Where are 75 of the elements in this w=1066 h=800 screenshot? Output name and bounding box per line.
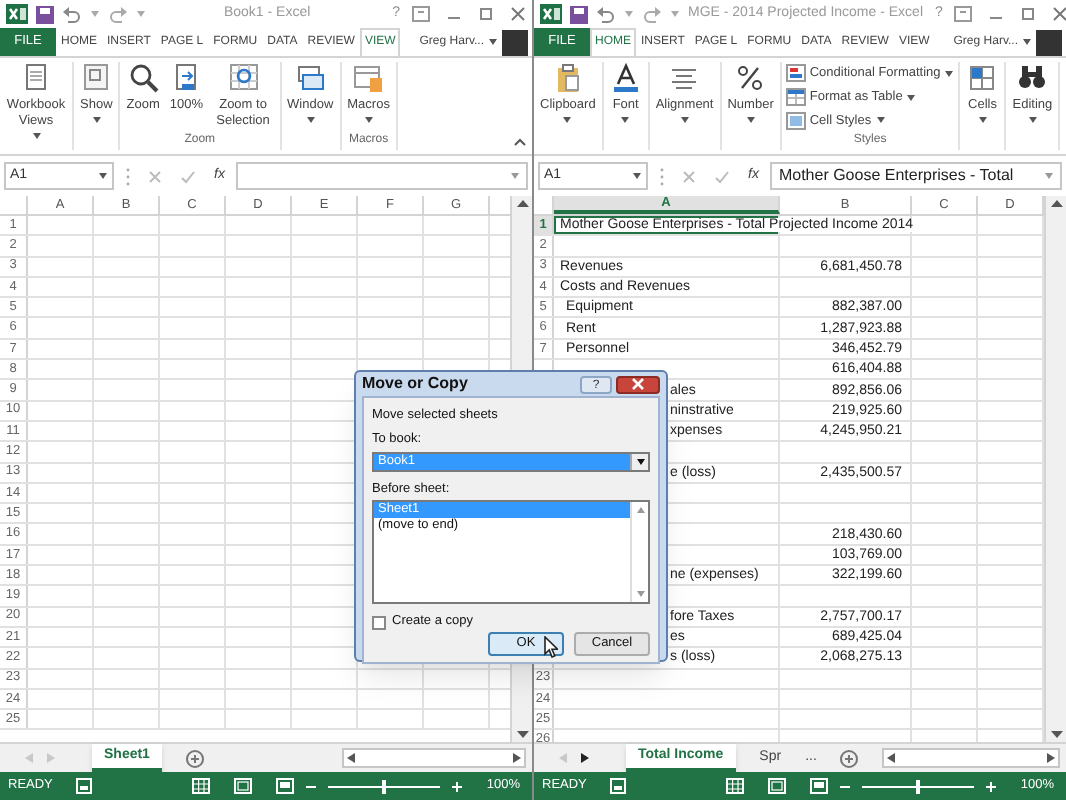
caret-icon	[90, 10, 100, 18]
drag-handle-icon	[126, 167, 130, 185]
ribbon-options-icon[interactable]	[954, 6, 973, 22]
conditional-format-icon	[785, 64, 806, 83]
percent-icon	[734, 62, 767, 94]
maximize-icon[interactable]	[1020, 6, 1037, 22]
avatar-placeholder	[502, 29, 528, 55]
zoom-slider-thumb[interactable]	[382, 779, 387, 793]
caret-icon	[510, 172, 520, 180]
close-button[interactable]	[616, 375, 660, 393]
page-layout-icon[interactable]	[234, 778, 253, 794]
font-color-icon	[609, 62, 642, 94]
zoom-in-icon[interactable]	[452, 781, 463, 791]
list-scrollbar[interactable]	[630, 502, 648, 603]
caret-icon	[632, 172, 642, 180]
normal-view-icon[interactable]	[192, 778, 211, 794]
scroll-left-icon[interactable]	[346, 752, 356, 764]
add-sheet-icon[interactable]	[840, 749, 859, 767]
caret-icon	[624, 10, 634, 18]
scroll-right-icon[interactable]	[512, 752, 522, 764]
macro-record-icon[interactable]	[76, 778, 93, 794]
horizontal-scrollbar[interactable]	[882, 748, 1060, 768]
caret-icon	[1044, 172, 1054, 180]
zoom-out-icon[interactable]	[840, 781, 851, 791]
grid-magnifier-icon	[227, 62, 260, 94]
maximize-icon[interactable]	[478, 6, 494, 22]
caret-icon	[1022, 38, 1032, 46]
windows-icon	[294, 62, 327, 94]
avatar-placeholder	[1036, 29, 1062, 55]
binoculars-icon	[1016, 62, 1049, 94]
zoom-in-icon[interactable]	[986, 781, 997, 791]
sheet-script-icon	[352, 62, 385, 94]
undo-icon[interactable]	[596, 5, 616, 23]
zoom-out-icon[interactable]	[306, 781, 317, 791]
cells-icon	[966, 62, 999, 94]
caret-icon	[98, 172, 108, 180]
mouse-pointer-icon	[544, 636, 558, 658]
scroll-up-icon[interactable]	[1049, 198, 1063, 208]
cell-styles-icon	[785, 111, 806, 130]
ribbon-options-icon[interactable]	[412, 6, 430, 22]
magnifier-icon	[127, 62, 160, 94]
document-icon	[20, 62, 52, 94]
normal-view-icon[interactable]	[726, 778, 745, 794]
scroll-up-icon[interactable]	[635, 506, 645, 515]
zoom-slider-thumb[interactable]	[916, 779, 921, 793]
scroll-right-icon[interactable]	[1046, 752, 1056, 764]
page-break-icon[interactable]	[810, 778, 829, 794]
save-icon[interactable]	[36, 5, 54, 23]
undo-icon[interactable]	[62, 5, 82, 23]
caret-icon	[670, 10, 680, 18]
add-sheet-icon[interactable]	[185, 749, 204, 767]
caret-icon	[635, 457, 645, 465]
caret-icon	[136, 10, 146, 18]
panel-icon	[80, 62, 113, 94]
formula-field[interactable]: Mother Goose Enterprises - Total	[770, 162, 1062, 190]
page-break-icon[interactable]	[276, 778, 295, 794]
save-icon[interactable]	[570, 5, 588, 23]
vertical-scrollbar[interactable]	[1044, 196, 1066, 742]
scroll-left-icon[interactable]	[886, 752, 897, 764]
page-layout-icon[interactable]	[768, 778, 787, 794]
table-icon	[785, 88, 806, 107]
next-sheet-icon[interactable]	[580, 752, 590, 764]
scroll-down-icon[interactable]	[635, 590, 645, 599]
formula-field[interactable]	[236, 162, 528, 190]
close-icon[interactable]	[510, 6, 526, 22]
close-icon[interactable]	[1052, 6, 1066, 22]
caret-icon	[488, 38, 498, 46]
drag-handle-icon	[660, 167, 664, 185]
checkbox[interactable]	[372, 615, 386, 630]
close-icon	[632, 378, 644, 390]
horizontal-scrollbar[interactable]	[342, 748, 526, 768]
collapse-ribbon-icon[interactable]	[514, 138, 526, 146]
scroll-up-icon[interactable]	[515, 198, 529, 208]
macro-record-icon[interactable]	[610, 778, 627, 794]
dialog-title: Move or Copy	[362, 372, 470, 396]
